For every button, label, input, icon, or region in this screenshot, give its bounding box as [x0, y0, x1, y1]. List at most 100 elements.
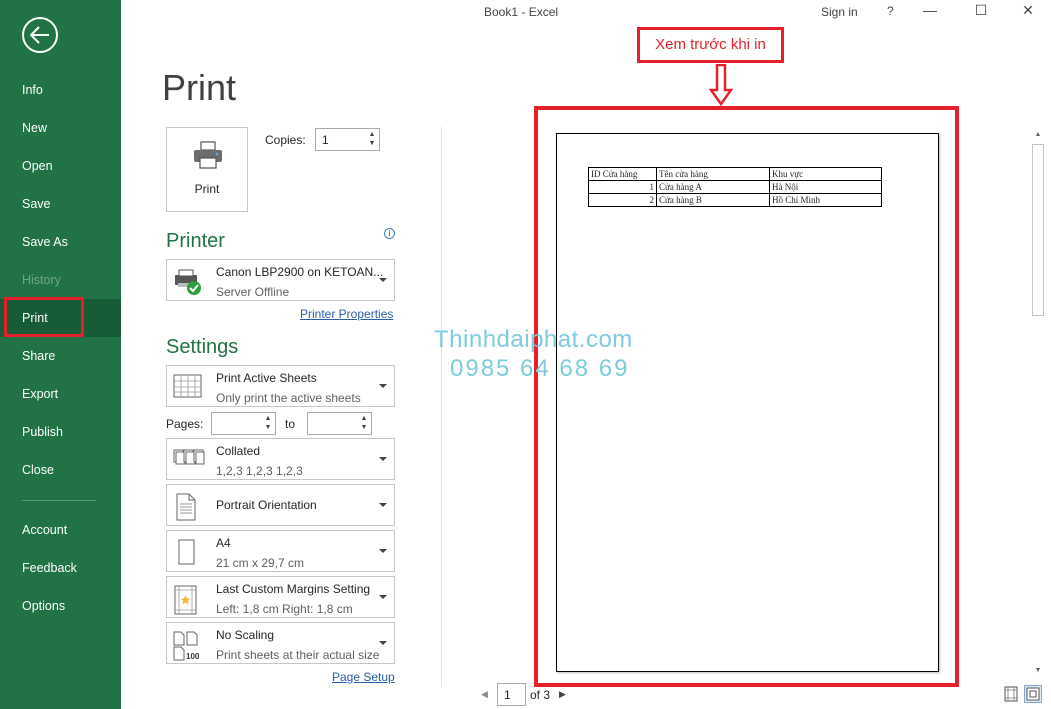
- next-page-icon[interactable]: ▶: [559, 689, 566, 700]
- printer-dropdown[interactable]: Canon LBP2900 on KETOAN... Server Offlin…: [166, 259, 395, 301]
- preview-callout: Xem trước khi in: [637, 27, 784, 63]
- paper-size-dimensions: 21 cm x 29,7 cm: [216, 556, 305, 570]
- sidebar-item-options[interactable]: Options: [0, 587, 121, 625]
- sidebar-item-share[interactable]: Share: [0, 337, 121, 375]
- sidebar-item-history: History: [22, 273, 61, 287]
- spinner-arrows-icon[interactable]: ▲ ▼: [263, 414, 273, 433]
- sign-in-link[interactable]: Sign in: [821, 5, 858, 19]
- paper-size-label: A4: [216, 536, 231, 550]
- print-highlight-box: [4, 297, 84, 337]
- sidebar-item-save[interactable]: Save: [0, 185, 121, 223]
- copies-stepper[interactable]: 1 ▲ ▼: [315, 128, 380, 151]
- print-button[interactable]: Print: [166, 127, 248, 212]
- scaling-label: No Scaling: [216, 628, 275, 642]
- orientation-dropdown[interactable]: Portrait Orientation: [166, 484, 395, 526]
- paper-size-dropdown[interactable]: A4 21 cm x 29,7 cm: [166, 530, 395, 572]
- copies-label: Copies:: [265, 133, 306, 147]
- copies-value: 1: [322, 133, 329, 147]
- title-bar: Book1 - Excel Sign in ? — ☐ ✕: [121, 0, 1051, 26]
- watermark-phone: 0985 64 68 69: [450, 355, 630, 382]
- margins-dropdown[interactable]: Last Custom Margins Setting Left: 1,8 cm…: [166, 576, 395, 618]
- print-button-label: Print: [194, 182, 220, 196]
- sidebar-item-account[interactable]: Account: [0, 511, 121, 549]
- print-what-dropdown[interactable]: Print Active Sheets Only print the activ…: [166, 365, 395, 407]
- printer-section-title: Printer: [166, 230, 225, 252]
- table-cell: 1: [588, 180, 657, 194]
- print-what-description: Only print the active sheets: [216, 391, 361, 405]
- printer-icon: [194, 141, 222, 169]
- watermark-text: Thinhdaiphat.com: [434, 326, 633, 353]
- pages-to-label: to: [285, 417, 296, 431]
- chevron-down-icon: [379, 457, 387, 461]
- table-cell: Cửa hàng B: [656, 193, 770, 207]
- back-arrow-icon[interactable]: [22, 17, 58, 53]
- svg-text:100: 100: [186, 652, 200, 661]
- chevron-down-icon: [379, 549, 387, 553]
- settings-section-title: Settings: [166, 336, 239, 358]
- close-icon[interactable]: ✕: [1016, 2, 1040, 22]
- maximize-icon[interactable]: ☐: [969, 2, 993, 22]
- backstage-sidebar: Info New Open Save Save As History Print…: [0, 0, 121, 709]
- sheet-grid-icon: [173, 374, 202, 398]
- portrait-page-icon: [176, 493, 196, 521]
- page-count: of 3: [530, 688, 551, 702]
- table-cell: Hồ Chí Minh: [769, 193, 882, 207]
- scrollbar-thumb[interactable]: [1032, 144, 1044, 316]
- margins-values: Left: 1,8 cm Right: 1,8 cm: [216, 602, 353, 616]
- table-header-cell: ID Cửa hàng: [588, 167, 657, 181]
- collate-label: Collated: [216, 444, 261, 458]
- scaling-icon: 100: [173, 631, 200, 661]
- chevron-down-icon: [379, 384, 387, 388]
- preview-scrollbar[interactable]: ▲ ▼: [1031, 128, 1045, 678]
- previous-page-icon[interactable]: ◀: [481, 689, 488, 700]
- chevron-down-icon: [379, 595, 387, 599]
- pages-from-input[interactable]: ▲ ▼: [211, 412, 276, 435]
- preview-table: ID Cửa hàng Tên cửa hàng Khu vực 1 Cửa h…: [588, 167, 882, 207]
- page-setup-link[interactable]: Page Setup: [332, 670, 395, 684]
- chevron-down-icon: [379, 641, 387, 645]
- page-title: Print: [162, 67, 237, 108]
- printer-ready-icon: [175, 269, 201, 295]
- minimize-icon[interactable]: —: [918, 2, 942, 22]
- sidebar-item-info[interactable]: Info: [0, 71, 121, 109]
- printer-name: Canon LBP2900 on KETOAN...: [216, 265, 384, 279]
- sidebar-item-feedback[interactable]: Feedback: [0, 549, 121, 587]
- sidebar-item-save-as[interactable]: Save As: [0, 223, 121, 261]
- table-header-cell: Tên cửa hàng: [656, 167, 770, 181]
- scaling-dropdown[interactable]: 100 No Scaling Print sheets at their act…: [166, 622, 395, 664]
- window-title: Book1 - Excel: [484, 5, 559, 19]
- paper-size-icon: [178, 539, 195, 565]
- sidebar-item-publish[interactable]: Publish: [0, 413, 121, 451]
- sidebar-item-close[interactable]: Close: [0, 451, 121, 489]
- table-cell: Cửa hàng A: [656, 180, 770, 194]
- info-icon[interactable]: i: [384, 228, 395, 239]
- print-what-label: Print Active Sheets: [216, 371, 317, 385]
- table-row: 2 Cửa hàng B Hồ Chí Minh: [588, 193, 882, 207]
- sidebar-item-new[interactable]: New: [0, 109, 121, 147]
- collate-description: 1,2,3 1,2,3 1,2,3: [216, 464, 303, 478]
- margins-icon: [174, 585, 197, 615]
- pages-label: Pages:: [166, 417, 204, 431]
- sidebar-item-open[interactable]: Open: [0, 147, 121, 185]
- zoom-to-page-icon[interactable]: [1024, 685, 1042, 703]
- chevron-down-icon: [379, 503, 387, 507]
- spinner-arrows-icon[interactable]: ▲ ▼: [367, 130, 377, 149]
- scaling-description: Print sheets at their actual size: [216, 648, 380, 662]
- spinner-arrows-icon[interactable]: ▲ ▼: [359, 414, 369, 433]
- scroll-down-icon[interactable]: ▼: [1031, 664, 1045, 678]
- table-header-cell: Khu vực: [769, 167, 882, 181]
- sidebar-item-export[interactable]: Export: [0, 375, 121, 413]
- collated-pages-icon: [173, 449, 205, 465]
- orientation-label: Portrait Orientation: [216, 498, 317, 512]
- show-margins-icon[interactable]: [1002, 685, 1020, 703]
- help-button[interactable]: ?: [887, 4, 894, 18]
- pages-to-input[interactable]: ▲ ▼: [307, 412, 372, 435]
- printer-properties-link[interactable]: Printer Properties: [300, 307, 393, 321]
- table-cell: 2: [588, 193, 657, 207]
- page-number-input[interactable]: 1: [497, 683, 526, 706]
- scroll-up-icon[interactable]: ▲: [1031, 128, 1045, 142]
- table-cell: Hà Nội: [769, 180, 882, 194]
- collate-dropdown[interactable]: Collated 1,2,3 1,2,3 1,2,3: [166, 438, 395, 480]
- callout-arrow-icon: [709, 64, 733, 106]
- table-row: ID Cửa hàng Tên cửa hàng Khu vực: [588, 167, 882, 181]
